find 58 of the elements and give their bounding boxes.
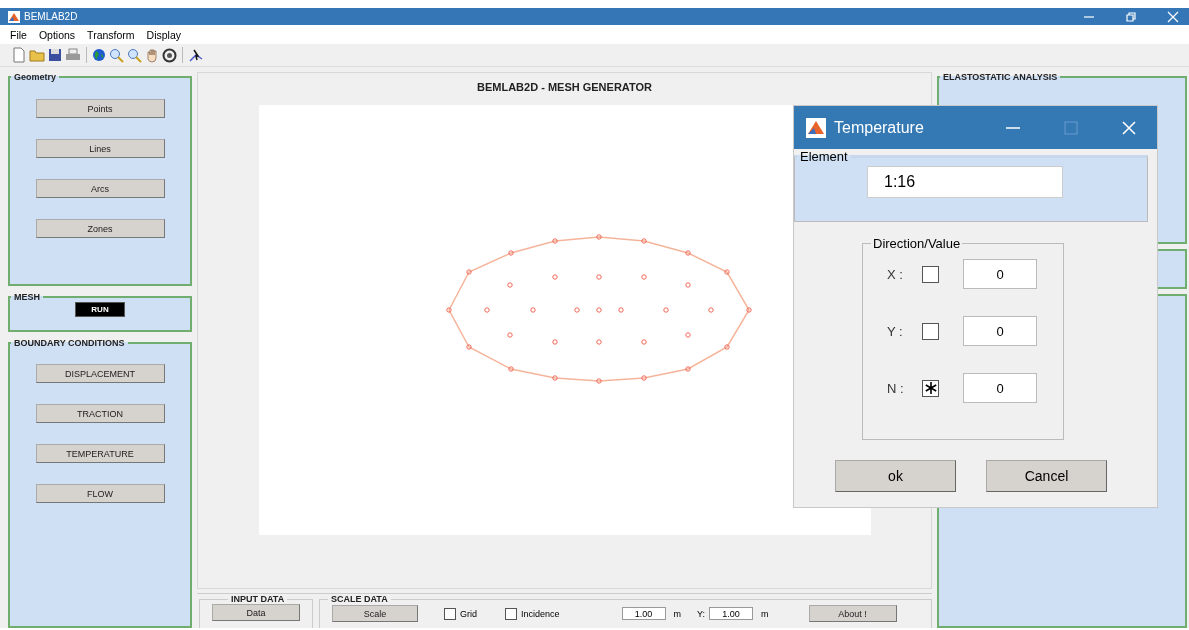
menu-item[interactable]: Transform — [87, 28, 135, 41]
x-scale-field[interactable]: 1.00 — [621, 607, 666, 620]
panel-title: Direction/Value — [872, 236, 962, 251]
y-scale-field[interactable]: 1.00 — [709, 607, 754, 620]
app-logo-icon — [806, 117, 826, 138]
menu-item[interactable]: File — [10, 28, 27, 41]
direction-label: X : — [887, 266, 904, 282]
condition-button[interactable]: FLOW — [35, 484, 165, 503]
plot-title: BEMLAB2D - MESH GENERATOR — [477, 81, 652, 95]
condition-button[interactable]: TEMPERATURE — [35, 444, 165, 463]
checkbox[interactable] — [922, 379, 939, 397]
about-button[interactable]: About ! — [808, 605, 897, 622]
panel-title: Element — [799, 149, 849, 164]
checkbox[interactable] — [444, 607, 456, 620]
close-icon[interactable] — [1167, 10, 1179, 23]
dialog-button[interactable]: Cancel — [986, 460, 1107, 492]
panel-title: MESH — [13, 292, 41, 302]
run-button[interactable]: RUN — [75, 302, 125, 317]
checkbox[interactable] — [505, 607, 517, 620]
field-label: Y: — [697, 608, 706, 619]
menu-item[interactable]: Display — [146, 28, 181, 41]
panel-title: SCALE DATA — [330, 594, 389, 604]
data-button[interactable]: Data — [212, 604, 300, 621]
globe-icon[interactable] — [92, 48, 106, 62]
dialog-title: Temperature — [834, 118, 924, 137]
geometry-button[interactable]: Points — [35, 99, 165, 118]
value-field[interactable]: 0 — [963, 259, 1037, 289]
condition-button[interactable]: TRACTION — [35, 404, 165, 423]
panel-title: Geometry — [13, 72, 58, 82]
zoom-out-icon[interactable] — [127, 47, 142, 63]
new-file-icon[interactable] — [12, 47, 26, 63]
save-icon[interactable] — [48, 48, 62, 62]
panel-title: BOUNDARY CONDITIONS — [13, 338, 126, 348]
direction-label: N : — [887, 380, 905, 396]
restore-icon[interactable] — [1125, 10, 1137, 23]
geometry-button[interactable]: Zones — [35, 219, 165, 238]
scale-button[interactable]: Scale — [332, 605, 418, 622]
window-title: BEMLAB2D — [24, 11, 78, 22]
geometry-button[interactable]: Lines — [35, 139, 165, 158]
element-field[interactable]: 1:16 — [867, 166, 1063, 198]
checkbox-label: Grid — [460, 608, 477, 619]
unit-label: m — [761, 608, 769, 619]
zoom-in-icon[interactable] — [109, 47, 124, 63]
checkbox-label: Incidence — [521, 608, 560, 619]
panel-title: ELASTOSTATIC ANALYSIS — [942, 72, 1059, 82]
checkbox[interactable] — [922, 322, 939, 340]
value-field[interactable]: 0 — [963, 316, 1037, 346]
panel-title: INPUT DATA — [230, 594, 286, 604]
menu-item[interactable]: Options — [38, 28, 76, 41]
condition-button[interactable]: DISPLACEMENT — [35, 364, 165, 383]
geometry-button[interactable]: Arcs — [35, 179, 165, 198]
checkbox[interactable] — [922, 265, 939, 283]
close-icon[interactable] — [1121, 119, 1137, 136]
dialog-button[interactable]: ok — [835, 460, 956, 492]
direction-label: Y : — [887, 323, 904, 339]
value-field[interactable]: 0 — [963, 373, 1037, 403]
maximize-icon — [1063, 119, 1079, 136]
unit-label: m — [673, 608, 682, 619]
